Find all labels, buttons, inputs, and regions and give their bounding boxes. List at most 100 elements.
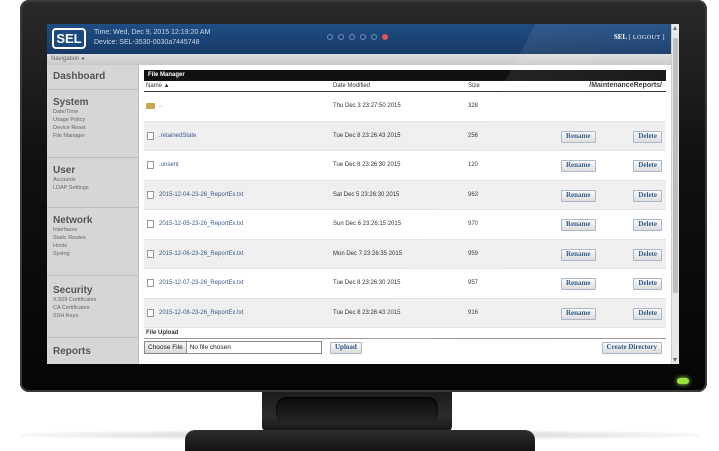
column-header-size[interactable]: Size xyxy=(468,83,480,89)
file-name-link[interactable]: 2015-12-06-23-26_ReportEx.txt xyxy=(159,251,243,257)
status-dot xyxy=(360,34,366,40)
sidebar-section-user: User Accounts LDAP Settings xyxy=(47,165,138,192)
delete-button[interactable]: Delete xyxy=(633,278,662,290)
logout-link[interactable]: [ LOGOUT ] xyxy=(628,35,665,41)
delete-button[interactable]: Delete xyxy=(633,160,662,172)
scroll-down-icon[interactable] xyxy=(673,358,677,362)
table-row: 2015-12-04-23-26_ReportEx.txt Sat Dec 5 2… xyxy=(144,180,666,210)
rename-button[interactable]: Rename xyxy=(561,307,596,320)
sidebar-item-device-reset[interactable]: Device Reset xyxy=(47,124,138,132)
sidebar-item-ldap-settings[interactable]: LDAP Settings xyxy=(47,184,138,192)
scroll-up-icon[interactable] xyxy=(673,26,677,30)
sel-logo: SEL xyxy=(52,28,86,49)
rename-button[interactable]: Rename xyxy=(561,219,596,231)
table-row: .. Thu Dec 3 23:27:50 2015 328 xyxy=(144,92,666,122)
scrollbar[interactable] xyxy=(671,24,679,364)
file-size: 959 xyxy=(468,250,479,257)
file-name-link[interactable]: .. xyxy=(159,103,162,109)
sidebar-section-system: System Date/Time Usage Policy Device Res… xyxy=(47,97,138,140)
delete-button[interactable]: Delete xyxy=(633,189,662,202)
file-size: 957 xyxy=(468,280,479,286)
delete-button[interactable]: Delete xyxy=(633,130,662,143)
sidebar-item-accounts[interactable]: Accounts xyxy=(47,176,138,184)
sidebar-title-reports[interactable]: Reports xyxy=(47,346,138,357)
file-date: Tue Dec 8 23:26:30 2015 xyxy=(333,280,401,286)
choose-file-button[interactable]: Choose File xyxy=(145,342,187,353)
delete-button[interactable]: Delete xyxy=(633,248,662,261)
file-icon xyxy=(147,220,154,228)
navigation-label: Navigation ◂ xyxy=(51,56,85,62)
sidebar-item-static-routes[interactable]: Static Routes xyxy=(47,234,138,242)
file-date: Mon Dec 7 23:26:35 2015 xyxy=(333,250,403,257)
file-manager-panel: File Manager Name ▲ Date Modified Size /… xyxy=(144,70,666,358)
file-name-link[interactable]: 2015-12-08-23-26_ReportEx.txt xyxy=(159,310,243,316)
sidebar-title-user[interactable]: User xyxy=(47,165,138,176)
status-dot-active xyxy=(382,34,388,40)
header-device: Device: SEL-3530-0030a7445748 xyxy=(94,39,200,46)
file-date: Tue Dec 8 23:26:30 2015 xyxy=(333,162,401,168)
file-chooser[interactable]: Choose File No file chosen xyxy=(144,341,322,354)
scroll-thumb[interactable] xyxy=(673,38,678,293)
folder-icon xyxy=(146,103,155,109)
sidebar-item-ca-certificates[interactable]: CA Certificates xyxy=(47,304,138,312)
sidebar-divider xyxy=(47,89,138,90)
sidebar-title-system[interactable]: System xyxy=(47,97,138,108)
file-size: 256 xyxy=(468,132,479,139)
sidebar-item-x509-certificates[interactable]: X.509 Certificates xyxy=(47,296,138,304)
file-icon xyxy=(147,279,154,287)
file-size: 120 xyxy=(468,162,479,168)
sidebar-item-file-manager[interactable]: File Manager xyxy=(47,132,138,140)
file-icon xyxy=(147,131,154,140)
file-size: 916 xyxy=(468,309,479,316)
file-upload-title: File Upload xyxy=(144,328,666,339)
file-name-link[interactable]: .retainedState xyxy=(159,133,196,139)
monitor-neck-slot xyxy=(276,397,438,423)
no-file-text: No file chosen xyxy=(189,344,231,351)
app-header: SEL Time: Wed, Dec 9, 2015 12:19:20 AM D… xyxy=(47,24,679,54)
file-size: 963 xyxy=(468,191,479,198)
rename-button[interactable]: Rename xyxy=(561,130,596,143)
file-name-link[interactable]: 2015-12-07-23-26_ReportEx.txt xyxy=(159,280,243,286)
sidebar-item-interfaces[interactable]: Interfaces xyxy=(47,226,138,234)
sidebar-section-reports: Reports xyxy=(47,346,138,357)
sidebar-dashboard[interactable]: Dashboard xyxy=(47,71,138,82)
monitor-base xyxy=(185,430,535,451)
file-date: Sun Dec 6 23:26:15 2015 xyxy=(333,221,402,227)
delete-button[interactable]: Delete xyxy=(633,219,662,231)
file-upload-section: File Upload Choose File No file chosen Up… xyxy=(144,328,666,358)
user-area: SEL [ LOGOUT ] xyxy=(614,33,665,41)
sidebar-item-hosts[interactable]: Hosts xyxy=(47,242,138,250)
rename-button[interactable]: Rename xyxy=(561,189,596,202)
rename-button[interactable]: Rename xyxy=(561,278,596,290)
rename-button[interactable]: Rename xyxy=(561,248,596,261)
sidebar-divider xyxy=(47,207,138,208)
sidebar-divider xyxy=(47,275,138,276)
file-icon xyxy=(147,308,154,317)
file-size: 970 xyxy=(468,221,479,227)
table-row: 2015-12-07-23-26_ReportEx.txt Tue Dec 8 2… xyxy=(144,269,666,299)
sidebar-title-security[interactable]: Security xyxy=(47,285,138,296)
sidebar-title-dashboard[interactable]: Dashboard xyxy=(47,71,138,82)
file-date: Tue Dec 8 23:26:43 2015 xyxy=(333,309,401,316)
file-name-link[interactable]: .unsent xyxy=(159,162,179,168)
sidebar-item-syslog[interactable]: Syslog xyxy=(47,250,138,258)
sidebar-divider xyxy=(47,157,138,158)
file-name-link[interactable]: 2015-12-05-23-26_ReportEx.txt xyxy=(159,221,243,227)
sidebar-item-usage-policy[interactable]: Usage Policy xyxy=(47,116,138,124)
navigation-bar[interactable]: Navigation ◂ xyxy=(47,54,672,65)
rename-button[interactable]: Rename xyxy=(561,160,596,172)
table-header: Name ▲ Date Modified Size /MaintenanceRe… xyxy=(144,81,666,92)
column-header-name[interactable]: Name ▲ xyxy=(146,83,170,89)
sidebar-title-network[interactable]: Network xyxy=(47,215,138,226)
delete-button[interactable]: Delete xyxy=(633,307,662,320)
create-directory-button[interactable]: Create Directory xyxy=(601,342,662,354)
user-name: SEL xyxy=(613,33,627,41)
sidebar-item-date-time[interactable]: Date/Time xyxy=(47,108,138,116)
status-dot xyxy=(338,34,344,40)
column-header-date[interactable]: Date Modified xyxy=(333,83,370,89)
upload-button[interactable]: Upload xyxy=(330,342,362,354)
sidebar-item-ssh-keys[interactable]: SSH Keys xyxy=(47,312,138,320)
file-name-link[interactable]: 2015-12-04-23-26_ReportEx.txt xyxy=(159,192,243,198)
sidebar-section-security: Security X.509 Certificates CA Certifica… xyxy=(47,285,138,320)
file-manager-title: File Manager xyxy=(144,70,666,81)
